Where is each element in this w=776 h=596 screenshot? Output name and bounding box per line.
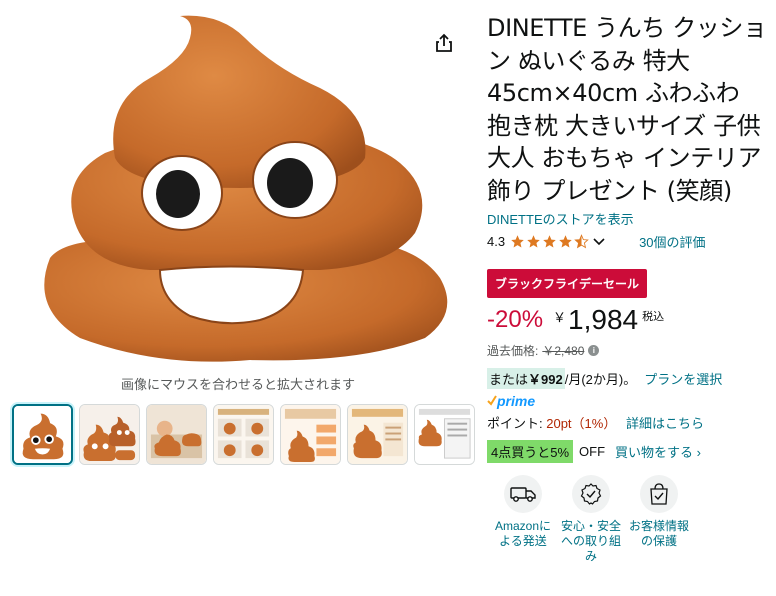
feature-privacy[interactable]: お客様情報の保護 <box>625 475 693 564</box>
star-rating[interactable] <box>510 234 589 249</box>
feature-icons: Amazonによる発送 安心・安全への取り組み お客様情報の保護 <box>489 475 767 564</box>
installment-chip: または￥992 <box>487 368 565 389</box>
installment-suffix: /月(2か月)。 <box>564 372 637 387</box>
installment-amount: ￥992 <box>528 372 563 387</box>
star-icon <box>543 235 556 248</box>
rating-number: 4.3 <box>487 234 506 249</box>
feature-amazon-shipping[interactable]: Amazonによる発送 <box>489 475 557 564</box>
feature-label: Amazonによる発送 <box>494 519 552 548</box>
tax-label: 税込 <box>642 311 665 323</box>
secure-bag-icon <box>640 475 678 513</box>
currency-symbol: ￥ <box>553 310 567 325</box>
shield-badge-icon <box>572 475 610 513</box>
list-price-label: 過去価格: <box>487 344 539 358</box>
chevron-down-icon <box>593 237 605 245</box>
thumbnail-2[interactable] <box>79 404 140 465</box>
points-row: ポイント: 20pt（1%） 詳細はこちら <box>487 413 767 432</box>
installment-row: または￥992 /月(2か月)。 プランを選択 <box>487 368 767 389</box>
thumbnail-4[interactable] <box>213 404 274 465</box>
select-plan-link[interactable]: プランを選択 <box>644 369 722 388</box>
installment-prefix: または <box>489 372 529 387</box>
reviews-link[interactable]: 30個の評価 <box>639 232 705 251</box>
prime-badge: prime <box>487 393 767 409</box>
points-details-link[interactable]: 詳細はこちら <box>626 416 704 431</box>
half-star-icon <box>574 234 589 249</box>
price: 1,984 <box>568 304 639 335</box>
price-row: -20% ￥ 1,984 税込 <box>487 304 767 336</box>
main-product-image[interactable] <box>20 8 460 368</box>
list-price-row: 過去価格: ￥2,480 i <box>487 342 767 359</box>
thumbnail-7[interactable] <box>414 404 475 465</box>
thumbnail-1[interactable] <box>12 404 73 465</box>
bulk-off-label: OFF <box>579 444 606 459</box>
feature-label: お客様情報の保護 <box>628 519 689 548</box>
rating-row: 4.3 30個の評価 <box>487 232 767 251</box>
list-price: ￥2,480 <box>542 344 585 358</box>
store-link[interactable]: DINETTEのストアを表示 <box>487 209 767 228</box>
zoom-hint: 画像にマウスを合わせると拡大されます <box>120 377 355 392</box>
feature-safety[interactable]: 安心・安全への取り組み <box>557 475 625 564</box>
info-icon[interactable]: i <box>588 345 600 356</box>
prime-check-icon <box>487 395 497 406</box>
thumbnail-5[interactable] <box>280 404 341 465</box>
product-title: DINETTE うんち クッション ぬいぐるみ 特大 45cm×40cm ふわふ… <box>487 14 767 205</box>
product-info: DINETTE うんち クッション ぬいぐるみ 特大 45cm×40cm ふわふ… <box>487 12 767 564</box>
bulk-discount-chip: 4点買うと5% <box>487 440 574 463</box>
thumbnail-strip <box>12 404 475 465</box>
points-value: 20pt（1%） <box>546 416 617 431</box>
points-label: ポイント: <box>487 416 547 431</box>
share-icon <box>436 33 452 52</box>
image-gallery: 画像にマウスを合わせると拡大されます <box>0 0 476 596</box>
discount-percent: -20% <box>487 306 544 333</box>
truck-icon <box>504 475 542 513</box>
thumbnail-3[interactable] <box>146 404 207 465</box>
star-icon <box>511 235 524 248</box>
rating-dropdown[interactable] <box>593 237 605 246</box>
feature-label: 安心・安全への取り組み <box>560 519 621 563</box>
shop-link[interactable]: 買い物をする › <box>615 442 701 461</box>
thumbnail-6[interactable] <box>347 404 408 465</box>
share-button[interactable] <box>432 31 456 55</box>
star-icon <box>527 235 540 248</box>
sale-badge: ブラックフライデーセール <box>487 269 648 298</box>
star-icon <box>559 235 572 248</box>
bulk-discount-row: 4点買うと5% OFF 買い物をする › <box>487 440 767 463</box>
prime-label: prime <box>497 393 536 409</box>
